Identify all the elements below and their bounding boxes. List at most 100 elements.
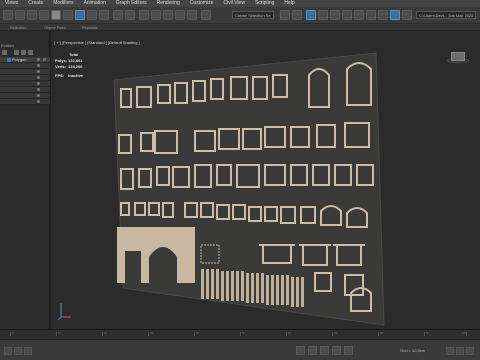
lock-icon[interactable] <box>14 50 19 55</box>
menu-civil-view[interactable]: Civil View <box>218 0 250 7</box>
ribbon-tab-object-paint[interactable]: Object Paint <box>44 24 66 31</box>
scene-explorer-icon[interactable] <box>318 10 328 20</box>
visibility-icon[interactable] <box>37 70 40 73</box>
snap-toggle-icon[interactable] <box>151 10 161 20</box>
menu-help[interactable]: Help <box>279 0 299 7</box>
select-manipulate-icon[interactable] <box>125 10 135 20</box>
maxscript-listener-icon[interactable] <box>4 347 12 355</box>
menu-graph-editors[interactable]: Graph Editors <box>111 0 152 7</box>
curve-editor-icon[interactable] <box>330 10 340 20</box>
selection-lock-icon[interactable] <box>24 347 32 355</box>
angle-snap-icon[interactable] <box>163 10 173 20</box>
workspace-path-field[interactable]: C:\Users\Devt... 3ds Max 2022 <box>416 11 476 19</box>
visibility-icon[interactable] <box>37 94 40 97</box>
isolate-selection-icon[interactable] <box>14 347 22 355</box>
redo-icon[interactable] <box>15 10 25 20</box>
menu-scripting[interactable]: Scripting <box>250 0 279 7</box>
select-object-icon[interactable] <box>51 10 61 20</box>
select-scale-icon[interactable] <box>87 10 97 20</box>
timeline-tick-label: 50 <box>242 331 246 335</box>
visibility-icon[interactable] <box>37 88 40 91</box>
menu-animation[interactable]: Animation <box>79 0 111 7</box>
unlink-icon[interactable] <box>39 10 49 20</box>
timeline-tick-label: 70 <box>334 331 338 335</box>
timeline-tick-label: 0 <box>12 331 14 335</box>
previous-frame-icon[interactable] <box>308 346 317 355</box>
menu-rendering[interactable]: Rendering <box>152 0 185 7</box>
menu-views[interactable]: Views <box>0 0 23 7</box>
render-setup-icon[interactable] <box>366 10 376 20</box>
timeline-tick-label: 10 <box>58 331 62 335</box>
add-layer-icon[interactable] <box>28 50 33 55</box>
layer-explorer-icon[interactable] <box>306 10 316 20</box>
ribbon-tab-populate[interactable]: Populate <box>82 24 98 31</box>
layers-icon[interactable] <box>21 50 26 55</box>
selection-set-dropdown[interactable]: Create Selection Se <box>232 11 274 19</box>
edit-named-selection-icon[interactable] <box>201 10 211 20</box>
timeline-tick-label: 20 <box>104 331 108 335</box>
render-cloud-icon[interactable] <box>402 10 412 20</box>
viewport-stats: Total Polys: 122,841 Verts: 124,206 <box>55 52 82 70</box>
mirror-icon[interactable] <box>280 10 290 20</box>
timeline-tick-label: 30 <box>150 331 154 335</box>
arch-portal <box>117 227 195 283</box>
fps-label: FPS: <box>55 73 65 78</box>
zoom-icon[interactable] <box>446 347 454 355</box>
layer-color-icon <box>7 58 11 62</box>
go-to-start-icon[interactable] <box>296 346 305 355</box>
layer-row[interactable] <box>0 99 50 105</box>
menu-customize[interactable]: Customize <box>185 0 219 7</box>
timeline[interactable]: 0 10 20 30 40 50 60 70 80 90 100 <box>0 329 480 339</box>
menu-bar: Views Create Modifiers Animation Graph E… <box>0 0 480 7</box>
status-bar: Grid = 10,0cm <box>0 339 480 360</box>
fps-value: Inactive <box>68 73 84 78</box>
select-move-icon[interactable] <box>63 10 73 20</box>
visibility-icon[interactable] <box>37 82 40 85</box>
select-rotate-icon[interactable] <box>75 10 85 20</box>
scene-explorer-panel: Entities Polygon <box>0 31 50 329</box>
stats-verts-label: Verts: <box>55 64 67 69</box>
freeze-icon[interactable] <box>43 58 46 61</box>
visibility-icon[interactable] <box>37 100 40 103</box>
ribbon: Selection Object Paint Populate <box>0 24 480 31</box>
reference-coord-icon[interactable] <box>99 10 109 20</box>
scene-explorer-toolbar <box>0 49 50 56</box>
timeline-tick-label: 60 <box>288 331 292 335</box>
undo-icon[interactable] <box>3 10 13 20</box>
spinner-snap-icon[interactable] <box>187 10 197 20</box>
ribbon-tab-selection[interactable]: Selection <box>10 24 26 31</box>
next-frame-icon[interactable] <box>332 346 341 355</box>
visibility-icon[interactable] <box>37 64 40 67</box>
perspective-viewport[interactable]: [ + ] [Perspective ] [Standard ] [Defaul… <box>51 31 480 329</box>
layer-list: Polygon <box>0 57 50 105</box>
pan-icon[interactable] <box>456 347 464 355</box>
timeline-tick-label: 100 <box>462 331 468 335</box>
playback-controls <box>296 346 353 355</box>
fps-readout: FPS: Inactive <box>55 73 83 78</box>
percent-snap-icon[interactable] <box>175 10 185 20</box>
link-icon[interactable] <box>27 10 37 20</box>
filter-icon[interactable] <box>2 50 7 55</box>
timeline-tick-label: 90 <box>426 331 430 335</box>
rendered-frame-icon[interactable] <box>378 10 388 20</box>
menu-create[interactable]: Create <box>23 0 48 7</box>
main-toolbar: Create Selection Se C:\Users\Devt... 3ds… <box>0 7 480 24</box>
material-editor-icon[interactable] <box>354 10 364 20</box>
pivot-icon[interactable] <box>113 10 123 20</box>
viewport-scene <box>113 52 385 326</box>
grid-readout: Grid = 10,0cm <box>400 348 426 353</box>
go-to-end-icon[interactable] <box>344 346 353 355</box>
visibility-icon[interactable] <box>37 58 40 61</box>
orbit-icon[interactable] <box>466 347 474 355</box>
schematic-view-icon[interactable] <box>342 10 352 20</box>
menu-modifiers[interactable]: Modifiers <box>48 0 78 7</box>
play-icon[interactable] <box>320 346 329 355</box>
align-icon[interactable] <box>292 10 302 20</box>
viewport-label[interactable]: [ + ] [Perspective ] [Standard ] [Defaul… <box>54 40 140 45</box>
timeline-tick-label: 80 <box>380 331 384 335</box>
viewcube-icon[interactable] <box>451 52 465 61</box>
axis-tripod-icon <box>57 303 71 321</box>
keyboard-shortcut-icon[interactable] <box>139 10 149 20</box>
visibility-icon[interactable] <box>37 76 40 79</box>
render-icon[interactable] <box>390 10 400 20</box>
